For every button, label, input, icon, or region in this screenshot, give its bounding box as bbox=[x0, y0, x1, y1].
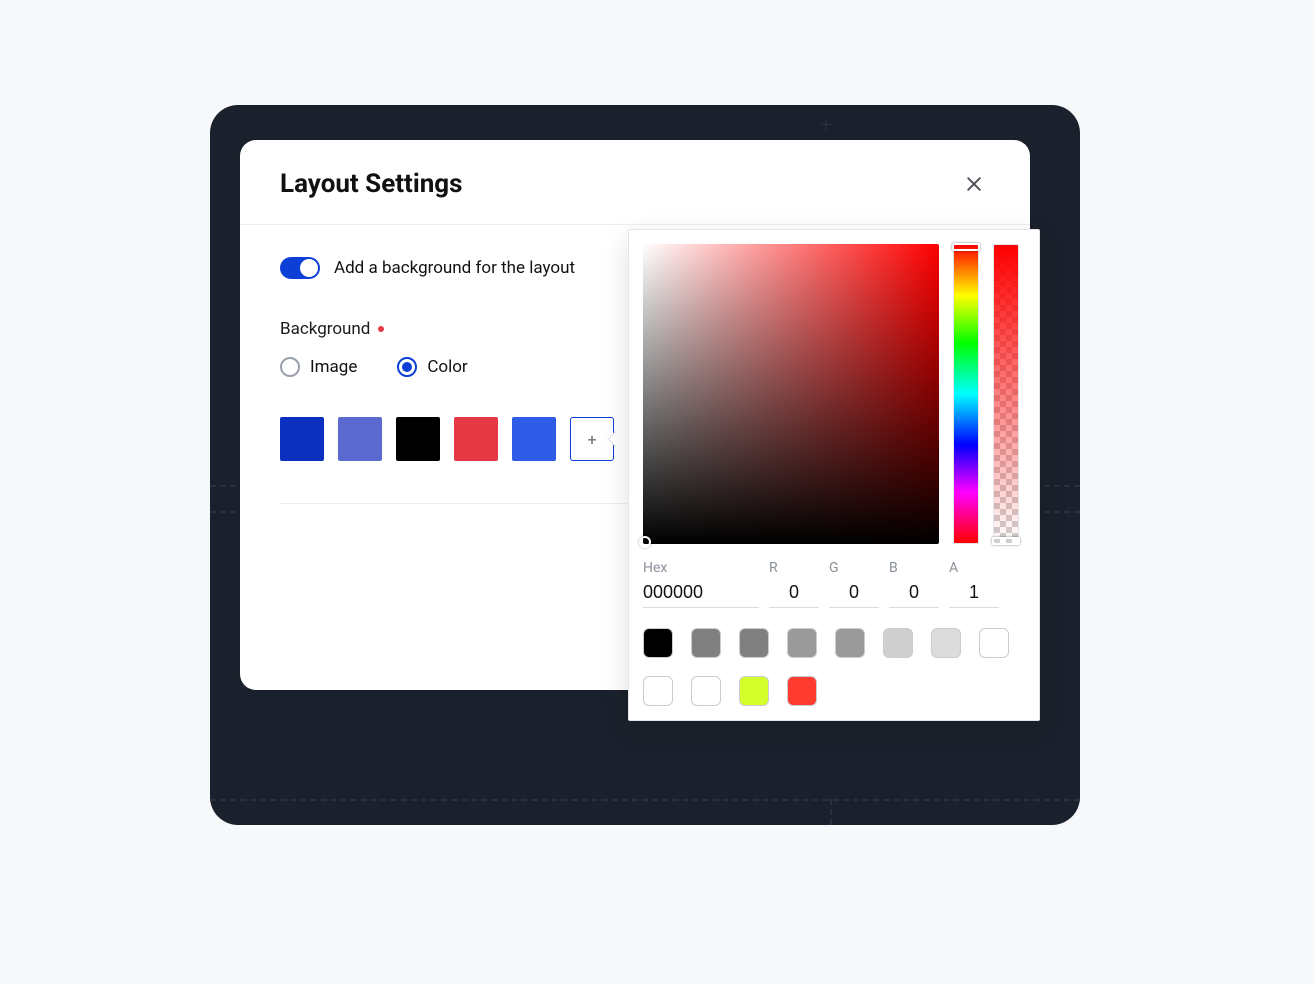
toggle-knob bbox=[300, 259, 318, 277]
r-label: R bbox=[769, 560, 819, 576]
add-color-button[interactable]: + bbox=[570, 417, 614, 461]
hex-label: Hex bbox=[643, 560, 759, 576]
r-field: R bbox=[769, 560, 819, 608]
recent-color-swatch[interactable] bbox=[787, 628, 817, 658]
g-input[interactable] bbox=[829, 580, 879, 608]
recent-color-swatch[interactable] bbox=[691, 676, 721, 706]
required-indicator-icon bbox=[378, 326, 384, 332]
b-input[interactable] bbox=[889, 580, 939, 608]
alpha-slider[interactable] bbox=[993, 244, 1019, 544]
recent-color-swatch[interactable] bbox=[643, 628, 673, 658]
close-icon bbox=[964, 174, 984, 194]
recent-color-swatch[interactable] bbox=[643, 676, 673, 706]
a-input[interactable] bbox=[949, 580, 999, 608]
background-toggle-label: Add a background for the layout bbox=[334, 258, 575, 278]
recent-color-swatch[interactable] bbox=[739, 628, 769, 658]
radio-icon bbox=[280, 357, 300, 377]
recent-color-swatch[interactable] bbox=[931, 628, 961, 658]
color-inputs: Hex R G B A bbox=[643, 560, 1025, 608]
radio-color-label: Color bbox=[427, 357, 467, 377]
recent-color-swatch[interactable] bbox=[883, 628, 913, 658]
background-field-label: Background bbox=[280, 319, 370, 339]
recent-color-swatch[interactable] bbox=[787, 676, 817, 706]
plus-icon: + bbox=[587, 430, 596, 449]
popover-arrow-icon bbox=[608, 431, 625, 448]
canvas-guide-horizontal bbox=[210, 799, 1080, 801]
r-input[interactable] bbox=[769, 580, 819, 608]
plus-icon: + bbox=[820, 113, 832, 138]
b-field: B bbox=[889, 560, 939, 608]
canvas-guide-vertical bbox=[830, 799, 832, 825]
hex-input[interactable] bbox=[643, 580, 759, 608]
dialog-header: Layout Settings bbox=[240, 140, 1030, 225]
sb-cursor-icon bbox=[639, 536, 651, 548]
alpha-thumb-icon bbox=[992, 537, 1020, 545]
radio-image-label: Image bbox=[310, 357, 357, 377]
preset-swatch[interactable] bbox=[512, 417, 556, 461]
color-picker-canvas-row bbox=[643, 244, 1025, 544]
preset-swatch[interactable] bbox=[396, 417, 440, 461]
dialog-title: Layout Settings bbox=[280, 169, 463, 199]
background-toggle[interactable] bbox=[280, 257, 320, 279]
close-button[interactable] bbox=[958, 168, 990, 200]
recent-color-swatch[interactable] bbox=[691, 628, 721, 658]
radio-icon bbox=[397, 357, 417, 377]
radio-color[interactable]: Color bbox=[397, 357, 467, 377]
preset-swatch[interactable] bbox=[280, 417, 324, 461]
b-label: B bbox=[889, 560, 939, 576]
g-label: G bbox=[829, 560, 879, 576]
hue-slider[interactable] bbox=[953, 244, 979, 544]
preset-swatch[interactable] bbox=[454, 417, 498, 461]
recent-color-swatch[interactable] bbox=[739, 676, 769, 706]
g-field: G bbox=[829, 560, 879, 608]
a-label: A bbox=[949, 560, 999, 576]
hue-thumb-icon bbox=[952, 243, 980, 251]
hex-field: Hex bbox=[643, 560, 759, 608]
recent-colors bbox=[643, 628, 1025, 706]
color-picker-popover: Hex R G B A bbox=[628, 229, 1040, 721]
recent-color-swatch[interactable] bbox=[979, 628, 1009, 658]
a-field: A bbox=[949, 560, 999, 608]
saturation-brightness-area[interactable] bbox=[643, 244, 939, 544]
radio-image[interactable]: Image bbox=[280, 357, 357, 377]
recent-color-swatch[interactable] bbox=[835, 628, 865, 658]
preset-swatch[interactable] bbox=[338, 417, 382, 461]
